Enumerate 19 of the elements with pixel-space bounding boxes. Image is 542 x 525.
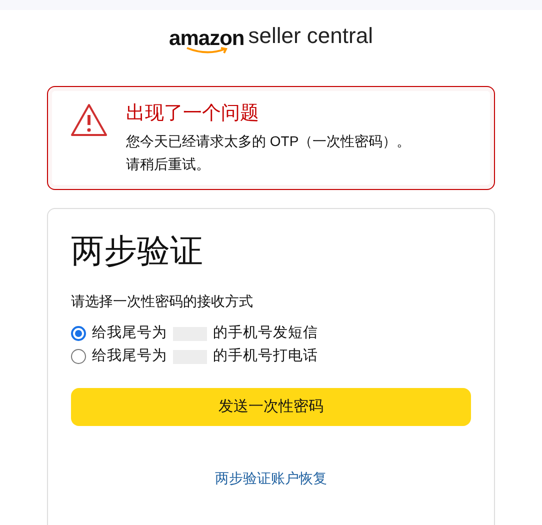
warning-icon [70, 103, 108, 137]
account-recovery-link[interactable]: 两步验证账户恢复 [215, 468, 327, 489]
alert-message: 您今天已经请求太多的 OTP（一次性密码）。 [126, 132, 411, 151]
delivery-option[interactable]: 给我尾号为 的手机号发短信 [71, 324, 471, 343]
option-label: 的手机号打电话 [213, 347, 318, 366]
product-name: seller central [248, 25, 373, 47]
option-label: 的手机号发短信 [213, 324, 318, 343]
logo-wordmark: amazon [169, 28, 244, 54]
option-label: 给我尾号为 [92, 324, 167, 343]
alert-title: 出现了一个问题 [126, 102, 260, 126]
delivery-option[interactable]: 给我尾号为 的手机号打电话 [71, 347, 471, 366]
method-prompt: 请选择一次性密码的接收方式 [71, 292, 254, 311]
radio-button[interactable] [71, 326, 86, 341]
radio-button[interactable] [71, 349, 86, 364]
alert-hint: 请稍后重试。 [126, 155, 211, 174]
smile-arrow-icon [184, 47, 229, 54]
send-code-button[interactable]: 发送一次性密码 [71, 388, 471, 426]
card-title: 两步验证 [71, 231, 204, 271]
option-label: 给我尾号为 [92, 347, 167, 366]
